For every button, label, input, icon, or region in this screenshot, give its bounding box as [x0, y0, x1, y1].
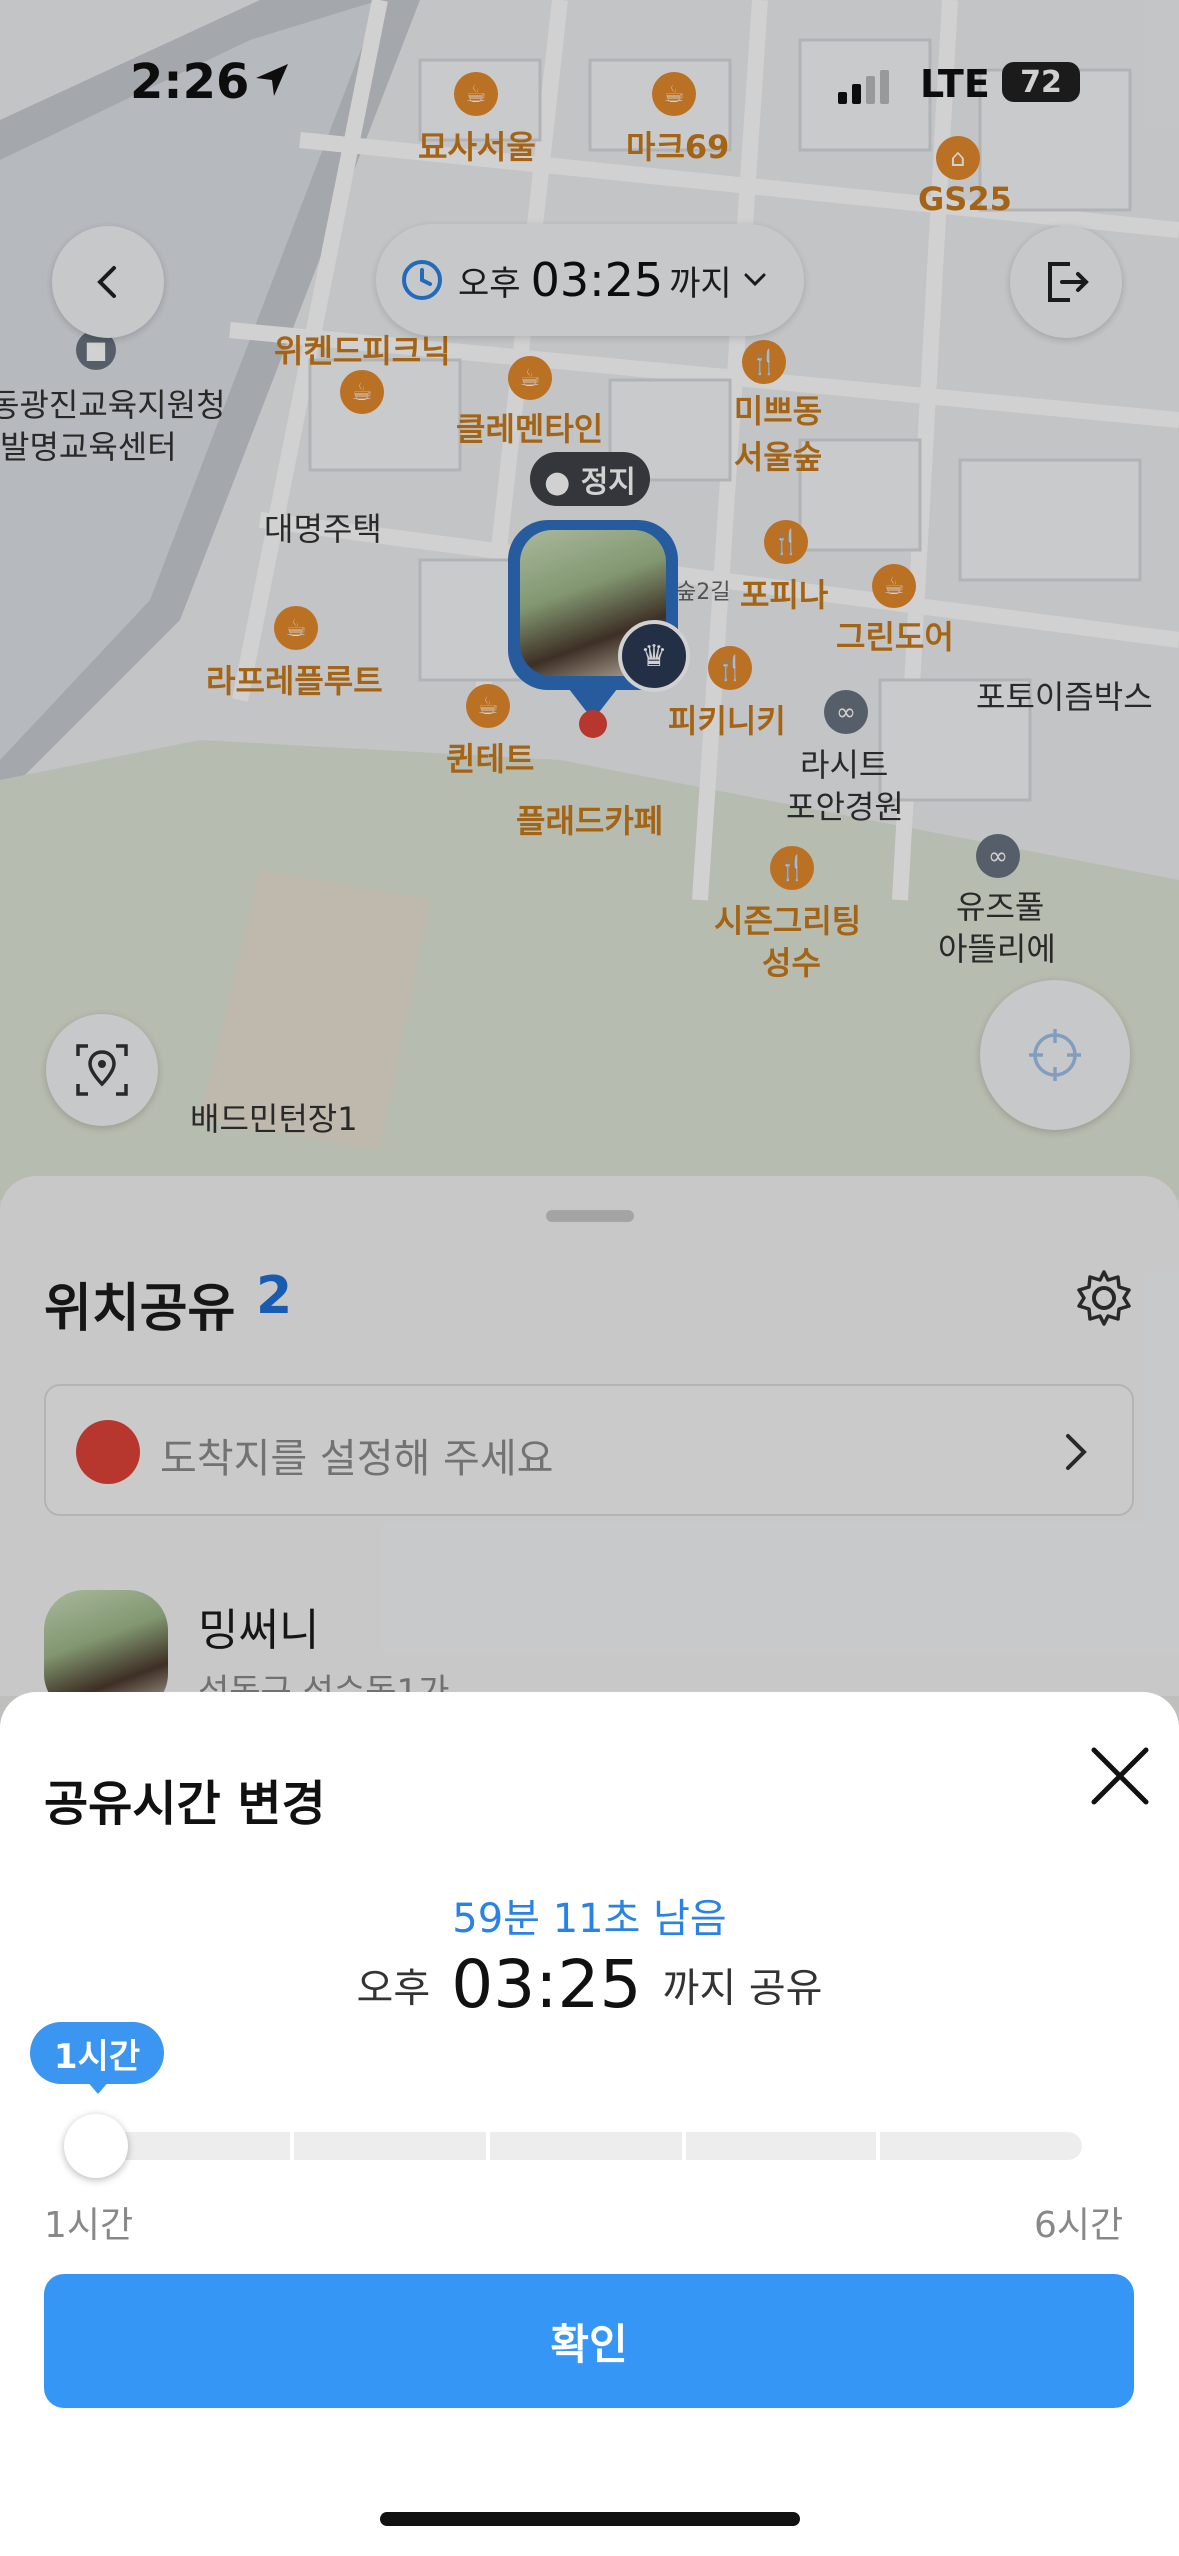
until-time-row: 오후 03:25 까지 공유 [0, 1946, 1179, 2023]
until-time: 03:25 [451, 1946, 642, 2023]
slider-tick [486, 2132, 490, 2160]
slider-tooltip: 1시간 [30, 2022, 164, 2084]
slider-max-label: 6시간 [1034, 2205, 1124, 2246]
duration-slider-thumb[interactable] [64, 2114, 128, 2178]
slider-tick [682, 2132, 686, 2160]
modal-title: 공유시간 변경 [44, 1776, 326, 1832]
home-indicator[interactable] [380, 2512, 800, 2526]
slider-tick [290, 2132, 294, 2160]
until-prefix: 오후 [356, 1965, 431, 2012]
remaining-time: 59분 11초 남음 [452, 1896, 727, 1942]
confirm-button[interactable]: 확인 [44, 2274, 1134, 2408]
slider-tick [876, 2132, 880, 2160]
close-icon[interactable] [1080, 1736, 1160, 1816]
slider-min-label: 1시간 [44, 2205, 134, 2246]
slider-tooltip-tail [86, 2080, 110, 2094]
until-suffix: 까지 공유 [662, 1965, 823, 2012]
duration-slider-track[interactable] [66, 2132, 1082, 2160]
